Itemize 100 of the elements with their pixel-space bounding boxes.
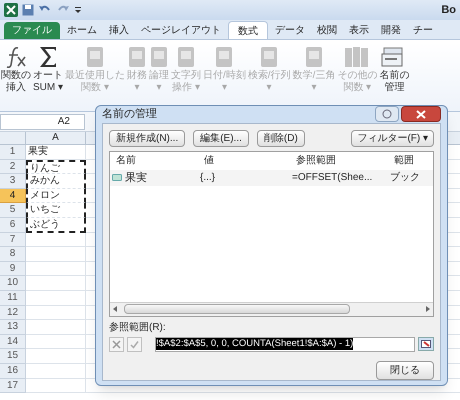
row-header[interactable]: 7: [0, 232, 26, 248]
save-icon[interactable]: [22, 4, 34, 16]
book-icon: [85, 45, 105, 69]
help-icon: [382, 109, 392, 120]
row-header[interactable]: 10: [0, 276, 26, 291]
ribbon-button[interactable]: オート SUM ▾: [32, 44, 64, 94]
sheet-cell[interactable]: [26, 334, 86, 350]
excel-logo-icon: [4, 3, 18, 17]
column-header[interactable]: A: [26, 132, 86, 144]
ribbon-tab[interactable]: 数式: [228, 21, 268, 39]
row-header[interactable]: 3: [0, 174, 26, 189]
marked-cell[interactable]: いちご: [26, 203, 86, 218]
sheet-cell[interactable]: [26, 364, 86, 378]
ribbon-tab[interactable]: ページレイアウト: [136, 22, 226, 39]
range-picker-button[interactable]: [418, 337, 434, 351]
column-header[interactable]: 名前: [116, 153, 204, 168]
scroll-left-icon[interactable]: [112, 306, 118, 312]
check-icon: [130, 340, 139, 348]
cancel-button[interactable]: [109, 336, 124, 352]
marked-cell[interactable]: りんご: [26, 160, 86, 174]
ribbon-button[interactable]: 名前の 管理: [378, 44, 410, 94]
book-icon: [259, 45, 280, 69]
ribbon-tab[interactable]: 表示: [344, 22, 374, 39]
row-header[interactable]: 8: [0, 247, 26, 262]
sheet-cell[interactable]: [26, 290, 86, 306]
sheet-cell[interactable]: [26, 306, 86, 320]
row-header[interactable]: 2: [0, 160, 26, 174]
horizontal-scrollbar[interactable]: [110, 302, 433, 316]
sheet-cell[interactable]: [26, 262, 86, 276]
close-icon: [416, 110, 426, 119]
sheet-cell[interactable]: [26, 232, 86, 248]
cell-text: 果実: [28, 146, 48, 157]
sheet-cell[interactable]: [26, 378, 86, 394]
book-icon: [214, 45, 234, 69]
value-text: {...}: [200, 171, 216, 186]
row-header[interactable]: 1: [0, 145, 26, 160]
column-header[interactable]: 参照範囲: [296, 153, 394, 168]
row-header[interactable]: 11: [0, 290, 26, 306]
list-row[interactable]: 果実 {...} =OFFSET(Shee... ブック: [110, 170, 433, 186]
row-header[interactable]: 4: [0, 188, 26, 204]
row-header[interactable]: 14: [0, 334, 26, 350]
ribbon-tab[interactable]: 開発: [376, 22, 406, 39]
dialog-button[interactable]: 編集(E)...: [193, 130, 249, 147]
cell-text: いちご: [30, 204, 60, 216]
reference-text: =OFFSET(Shee...: [292, 171, 374, 186]
ribbon-tab[interactable]: ホーム: [62, 22, 102, 39]
marked-cell[interactable]: みかん: [26, 174, 86, 189]
marked-cell[interactable]: ぶどう: [26, 218, 86, 233]
sheet-cell[interactable]: [26, 349, 86, 364]
filter-button[interactable]: フィルター(F) ▾: [351, 130, 434, 147]
book-icon: [149, 45, 169, 69]
book-icon: [176, 45, 196, 69]
cell-text: メロン: [30, 190, 60, 201]
ribbon-tab[interactable]: 挿入: [104, 22, 134, 39]
dialog-button[interactable]: 新規作成(N)...: [109, 130, 186, 147]
scroll-right-icon[interactable]: [425, 306, 431, 312]
row-header[interactable]: 17: [0, 378, 26, 394]
row-header[interactable]: 16: [0, 364, 26, 378]
column-header[interactable]: 値: [204, 153, 296, 168]
column-header[interactable]: 範囲: [394, 153, 433, 168]
ribbon-tab[interactable]: チー: [408, 22, 438, 39]
window-title: Bo: [441, 2, 456, 18]
row-header[interactable]: 12: [0, 306, 26, 320]
row-header[interactable]: 15: [0, 349, 26, 364]
cell-text: みかん: [30, 175, 60, 186]
close-button[interactable]: [401, 106, 441, 122]
cell-text: ぶどう: [30, 218, 60, 230]
function-icon: [4, 45, 28, 69]
sheet-cell[interactable]: [26, 247, 86, 262]
ribbon-button[interactable]: 関数の 挿入: [0, 44, 32, 94]
scrollbar-thumb[interactable]: [124, 304, 350, 314]
ribbon-tab[interactable]: データ: [270, 22, 310, 39]
book-icon: [304, 45, 324, 69]
sheet-cell[interactable]: [26, 320, 86, 335]
marked-cell[interactable]: メロン: [26, 188, 86, 204]
name-box[interactable]: A2: [0, 114, 85, 130]
close-dialog-button[interactable]: 閉じる: [376, 360, 434, 380]
help-button[interactable]: [375, 106, 399, 122]
ribbon-tab[interactable]: ファイル: [4, 22, 60, 39]
row-header[interactable]: 6: [0, 218, 26, 233]
scope-text: ブック: [390, 170, 421, 186]
dialog-button[interactable]: 削除(D): [256, 130, 305, 147]
row-header[interactable]: 9: [0, 262, 26, 276]
book-icon: [127, 45, 147, 69]
dialog-title: 名前の管理: [102, 107, 158, 122]
sheet-cell[interactable]: 果実: [26, 145, 86, 160]
range-picker-icon: [421, 340, 431, 348]
name-text: 果実: [125, 170, 147, 186]
customize-caret-icon[interactable]: [74, 5, 82, 15]
confirm-button[interactable]: [127, 336, 142, 352]
row-header[interactable]: 5: [0, 203, 26, 218]
ribbon-tab[interactable]: 校閲: [312, 22, 342, 39]
sigma-icon: [37, 45, 59, 69]
reference-field[interactable]: !$A$2:$A$5, 0, 0, COUNTA(Sheet1!$A:$A) - 1): [155, 336, 415, 352]
field-label: 参照範囲(R):: [109, 320, 166, 334]
sheet-cell[interactable]: [26, 276, 86, 291]
cell-text: りんご: [30, 162, 60, 174]
name-tag-icon: [112, 174, 122, 182]
books-icon: [344, 45, 370, 69]
row-header[interactable]: 13: [0, 320, 26, 335]
